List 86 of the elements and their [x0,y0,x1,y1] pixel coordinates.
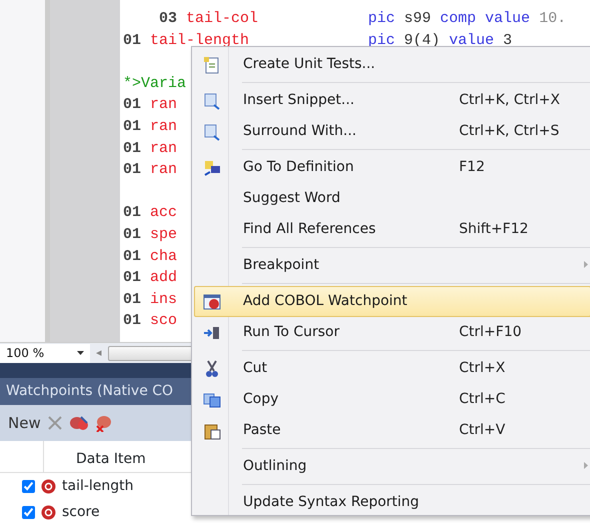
code-token: 01 [123,246,142,267]
watchpoint-name: tail-length [62,476,134,496]
code-token: s99 [404,9,432,29]
shortcut-text: Ctrl+F10 [459,323,522,342]
copy-icon [203,390,221,408]
menu-item[interactable]: Suggest Word [194,183,590,214]
menu-label: Go To Definition [242,158,355,177]
code-token: sco [150,311,178,332]
shortcut-text: Shift+F12 [459,220,528,239]
code-token: 01 [123,30,142,51]
clipboard-icon [203,422,221,440]
code-token: ran [150,160,178,180]
code-token: ran [150,116,178,137]
menu-item[interactable]: Surround With... Ctrl+K, Ctrl+S [194,116,590,147]
code-token: 3 [503,30,512,51]
menu-item[interactable]: Update Syntax Reporting [194,487,590,518]
code-token: comp [440,9,476,29]
code-token: 01 [123,160,142,180]
watchpoint-icon [203,292,221,310]
code-token: cha [150,246,178,267]
code-token: add [150,268,178,288]
code-token: ins [150,290,178,310]
menu-item[interactable]: Insert Snippet... Ctrl+K, Ctrl+X [194,85,590,116]
code-token: 01 [123,224,142,245]
shortcut-text: Ctrl+K, Ctrl+X [459,91,560,110]
zoom-value: 100 % [6,345,44,362]
code-token: *>Varia [123,74,186,94]
menu-item[interactable]: Breakpoint [194,250,590,281]
code-token: 01 [123,138,142,159]
code-token: 01 [123,311,142,332]
code-token: 01 [123,116,142,137]
code-token: acc [150,203,178,224]
menu-item[interactable]: Find All References Shift+F12 [194,214,590,245]
menu-label: Paste [242,421,282,440]
definition-icon [203,158,221,176]
checkbox[interactable] [22,480,35,492]
column-header[interactable]: Data Item [44,441,146,472]
shortcut-text: Ctrl+V [459,421,506,440]
code-token: tail-col [186,9,258,29]
document-icon [203,56,221,74]
menu-item[interactable]: Paste Ctrl+V [194,415,590,446]
code-token: ran [150,95,178,116]
menu-item[interactable]: Go To Definition F12 [194,152,590,183]
menu-label: Suggest Word [242,189,342,208]
zoom-dropdown[interactable]: 100 % [0,344,90,362]
menu-label: Breakpoint [242,256,320,275]
scissors-icon [203,360,221,378]
new-button[interactable]: New [8,412,41,434]
menu-label: Cut [242,359,268,378]
code-token: 9(4) [404,30,440,51]
snippet-icon [203,92,221,110]
menu-label: Outlining [242,457,308,476]
menu-label: Run To Cursor [242,323,341,342]
code-token: 03 [159,9,178,29]
code-token: tail-length [150,30,250,51]
code-token: 01 [123,290,142,310]
code-token: ran [150,138,178,159]
code-token: value [485,9,530,29]
watchpoint-icon [41,504,56,520]
code-token: 10. [539,9,566,29]
menu-item[interactable]: Add COBOL Watchpoint [194,286,590,317]
menu-label: Insert Snippet... [242,91,356,110]
snippet-icon [203,122,221,140]
code-token: 01 [123,268,142,288]
menu-label: Update Syntax Reporting [242,493,420,512]
menu-label: Create Unit Tests... [242,55,376,74]
code-token: 01 [123,203,142,224]
watchpoint-name: score [62,502,100,522]
menu-item[interactable]: Outlining [194,451,590,482]
shortcut-text: Ctrl+K, Ctrl+S [459,122,560,141]
menu-item[interactable]: Run To Cursor Ctrl+F10 [194,317,590,348]
code-token: spe [150,224,178,245]
menu-item[interactable]: Create Unit Tests... [194,49,590,80]
menu-label: Surround With... [242,122,358,141]
shortcut-text: F12 [459,158,485,177]
caret-icon [77,351,84,355]
code-token: value [449,30,494,51]
shortcut-text: Ctrl+X [459,359,506,378]
code-token: pic [368,30,396,51]
watchpoint-icon[interactable] [68,414,89,432]
menu-label: Find All References [242,220,377,239]
watchpoint-icon [41,478,56,494]
menu-label: Add COBOL Watchpoint [242,292,408,311]
checkbox[interactable] [22,506,35,518]
code-token: 01 [123,95,142,116]
code-token: pic [368,9,396,29]
